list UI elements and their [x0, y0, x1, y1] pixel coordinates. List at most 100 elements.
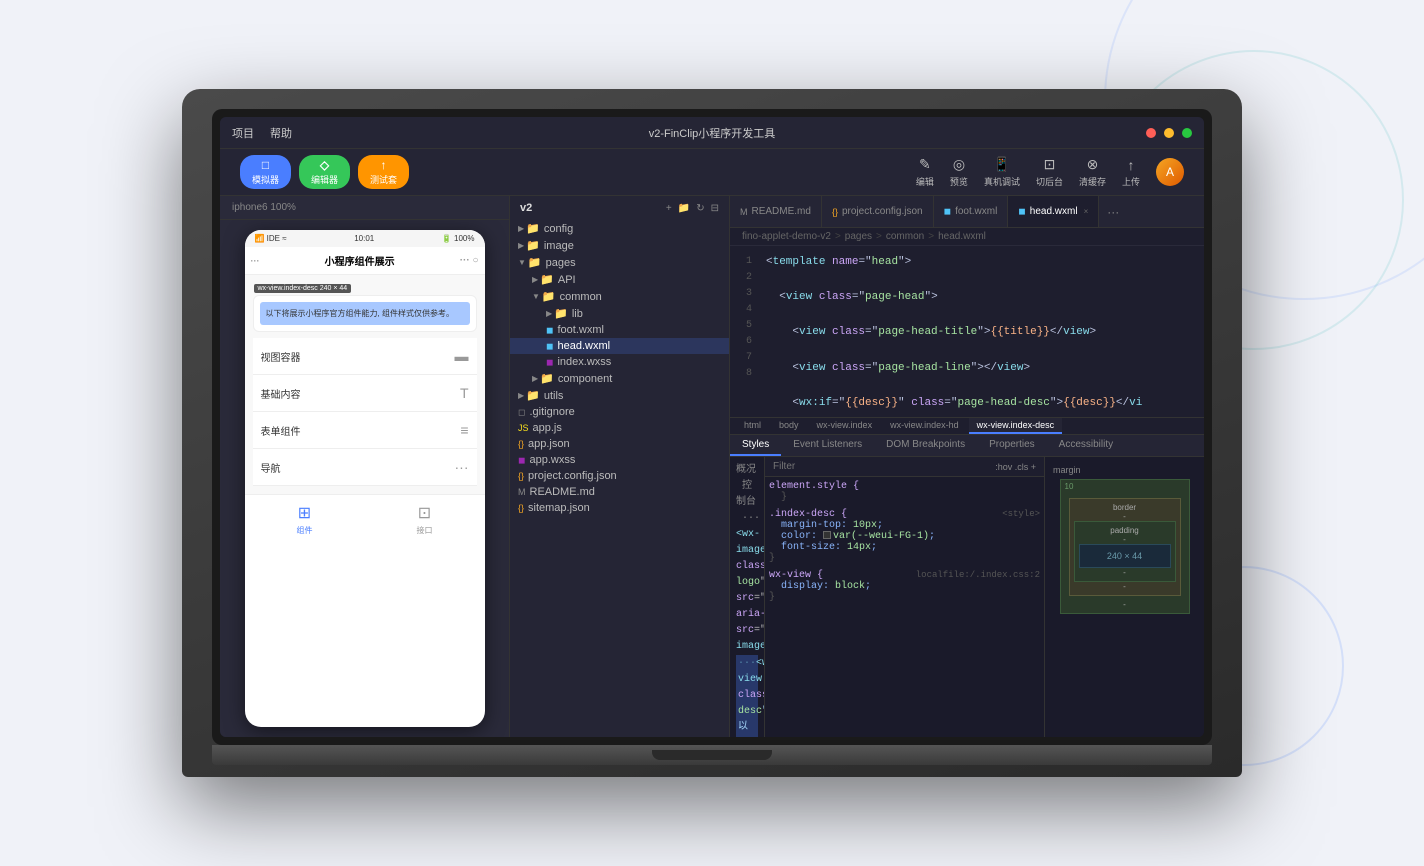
test-button[interactable]: ↑ 测试套	[358, 155, 409, 189]
nav-item-0[interactable]: ⊞ 组件	[297, 503, 313, 536]
dom-panel[interactable]: 概况 控制台 ··· <wx-image class="index-logo" …	[730, 457, 764, 737]
code-content[interactable]: <template name="head"> <view class="page…	[758, 246, 1204, 417]
nav-item-1[interactable]: ⊡ 接口	[417, 503, 433, 536]
box-padding: padding - 240 × 44 -	[1074, 521, 1176, 582]
bottom-tab-properties[interactable]: Properties	[977, 435, 1047, 456]
file-icon-app-js: JS	[518, 423, 529, 433]
new-file-icon[interactable]: +	[666, 203, 672, 214]
phone-bottom-nav: ⊞ 组件 ⊡ 接口	[245, 494, 485, 540]
tab-project-config[interactable]: {} project.config.json	[822, 196, 934, 227]
code-editor[interactable]: 12345678 <template name="head"> <view cl…	[730, 246, 1204, 417]
status-right: 🔋 100%	[442, 234, 475, 243]
dom-elem-tab-index-hd[interactable]: wx-view.index-hd	[882, 418, 967, 434]
tab-label-project: project.config.json	[842, 206, 923, 217]
phone-title-bar: ··· 小程序组件展示 ··· ○	[245, 247, 485, 275]
tree-item-project-config[interactable]: {} project.config.json	[510, 468, 729, 484]
tree-item-index-wxss[interactable]: ◼ index.wxss	[510, 354, 729, 370]
close-button[interactable]	[1146, 128, 1156, 138]
folder-icon-utils: 📁	[526, 389, 540, 402]
tree-label-api: API	[558, 274, 576, 286]
dom-elem-tab-body[interactable]: body	[771, 418, 807, 434]
styles-rule-index-desc: .index-desc {<style> margin-top: 10px; c…	[769, 509, 1040, 564]
tree-item-config[interactable]: ▶ 📁 config	[510, 220, 729, 237]
tree-label-image: image	[544, 240, 574, 252]
tree-item-lib[interactable]: ▶ 📁 lib	[510, 305, 729, 322]
clear-cache-action[interactable]: ⊗ 清缓存	[1079, 156, 1106, 188]
box-border-bottom: -	[1074, 582, 1176, 591]
styles-filter-input[interactable]	[773, 461, 989, 472]
tree-item-utils[interactable]: ▶ 📁 utils	[510, 387, 729, 404]
simulator-button[interactable]: □ 模拟器	[240, 155, 291, 189]
tree-header-icons: + 📁 ↻ ⊟	[666, 203, 719, 214]
pseudo-filter[interactable]: :hov .cls +	[995, 462, 1036, 472]
tree-item-foot-wxml[interactable]: ◼ foot.wxml	[510, 322, 729, 338]
file-icon-gitignore: ◻	[518, 407, 525, 418]
breadcrumb-sep-3: >	[928, 231, 934, 242]
styles-filter-bar: :hov .cls +	[765, 457, 1044, 477]
tree-item-app-js[interactable]: JS app.js	[510, 420, 729, 436]
dom-elem-tab-html[interactable]: html	[736, 418, 769, 434]
tree-label-index-wxss: index.wxss	[557, 356, 611, 368]
tree-item-head-wxml[interactable]: ◼ head.wxml	[510, 338, 729, 354]
new-folder-icon[interactable]: 📁	[678, 203, 690, 214]
dom-elem-tab-index[interactable]: wx-view.index	[809, 418, 881, 434]
nav-label-0: 组件	[297, 525, 313, 536]
tree-arrow-pages: ▼	[518, 258, 526, 267]
preview-icon: ◎	[953, 156, 965, 173]
tab-head-wxml[interactable]: ◼ head.wxml ×	[1008, 196, 1099, 227]
phone-menu-item-3[interactable]: 导航 ···	[253, 449, 477, 486]
tab-close-head[interactable]: ×	[1084, 207, 1089, 216]
refresh-icon[interactable]: ↻	[696, 203, 704, 214]
app-window: 项目 帮助 v2-FinClip小程序开发工具	[220, 117, 1204, 737]
line-numbers: 12345678	[730, 246, 758, 417]
tree-item-component[interactable]: ▶ 📁 component	[510, 370, 729, 387]
tab-foot-wxml[interactable]: ◼ foot.wxml	[934, 196, 1009, 227]
phone-title-icons: ··· ○	[460, 255, 479, 266]
tab-label-readme: README.md	[752, 206, 811, 217]
bottom-tab-styles[interactable]: Styles	[730, 435, 781, 456]
editor-button[interactable]: ◇ 编辑器	[299, 155, 350, 189]
tab-more[interactable]: ···	[1099, 205, 1127, 219]
file-icon-app-wxss: ◼	[518, 455, 525, 466]
bottom-tab-dom-breakpoints[interactable]: DOM Breakpoints	[874, 435, 977, 456]
file-icon-app-json: {}	[518, 439, 524, 449]
preview-action[interactable]: ◎ 预览	[950, 156, 968, 188]
laptop-screen: 项目 帮助 v2-FinClip小程序开发工具	[220, 117, 1204, 737]
bottom-tab-accessibility[interactable]: Accessibility	[1047, 435, 1125, 456]
menu-icon-1: T	[460, 385, 469, 401]
device-debug-action[interactable]: 📱 真机调试	[984, 156, 1020, 188]
dom-line-1: <wx-image class="index-logo" src="../res…	[736, 527, 758, 655]
phone-menu-item-2[interactable]: 表单组件 ≡	[253, 412, 477, 449]
tree-item-app-wxss[interactable]: ◼ app.wxss	[510, 452, 729, 468]
tree-item-gitignore[interactable]: ◻ .gitignore	[510, 404, 729, 420]
phone-menu-item-0[interactable]: 视图容器 ▬	[253, 338, 477, 375]
edit-action[interactable]: ✎ 编辑	[916, 156, 934, 188]
tree-item-sitemap[interactable]: {} sitemap.json	[510, 500, 729, 516]
box-padding-value: -	[1079, 535, 1171, 544]
upload-action[interactable]: ↑ 上传	[1122, 157, 1140, 188]
user-avatar[interactable]: A	[1156, 158, 1184, 186]
tree-item-api[interactable]: ▶ 📁 API	[510, 271, 729, 288]
menu-project[interactable]: 项目	[232, 125, 254, 141]
maximize-button[interactable]	[1182, 128, 1192, 138]
tree-item-app-json[interactable]: {} app.json	[510, 436, 729, 452]
bottom-tab-event[interactable]: Event Listeners	[781, 435, 874, 456]
tree-item-common[interactable]: ▼ 📁 common	[510, 288, 729, 305]
tree-item-image[interactable]: ▶ 📁 image	[510, 237, 729, 254]
phone-menu-item-1[interactable]: 基础内容 T	[253, 375, 477, 412]
dom-element-tabs: html body wx-view.index wx-view.index-hd…	[730, 418, 1204, 435]
tree-item-pages[interactable]: ▼ 📁 pages	[510, 254, 729, 271]
collapse-icon[interactable]: ⊟	[711, 203, 719, 214]
menu-label-0: 视图容器	[261, 349, 301, 364]
tree-item-readme[interactable]: M README.md	[510, 484, 729, 500]
dom-elem-tab-index-desc[interactable]: wx-view.index-desc	[969, 418, 1063, 434]
background-action[interactable]: ⊡ 切后台	[1036, 156, 1063, 188]
menu-help[interactable]: 帮助	[270, 125, 292, 141]
menu-icon-0: ▬	[455, 348, 469, 364]
minimize-button[interactable]	[1164, 128, 1174, 138]
folder-icon-config: 📁	[526, 222, 540, 235]
clear-icon: ⊗	[1087, 156, 1099, 173]
dom-line-2[interactable]: ···<wx-view class="index-desc">以下将展示小程序官…	[736, 655, 758, 737]
breadcrumb: fino-applet-demo-v2 > pages > common > h…	[730, 228, 1204, 246]
tab-readme[interactable]: M README.md	[730, 196, 822, 227]
